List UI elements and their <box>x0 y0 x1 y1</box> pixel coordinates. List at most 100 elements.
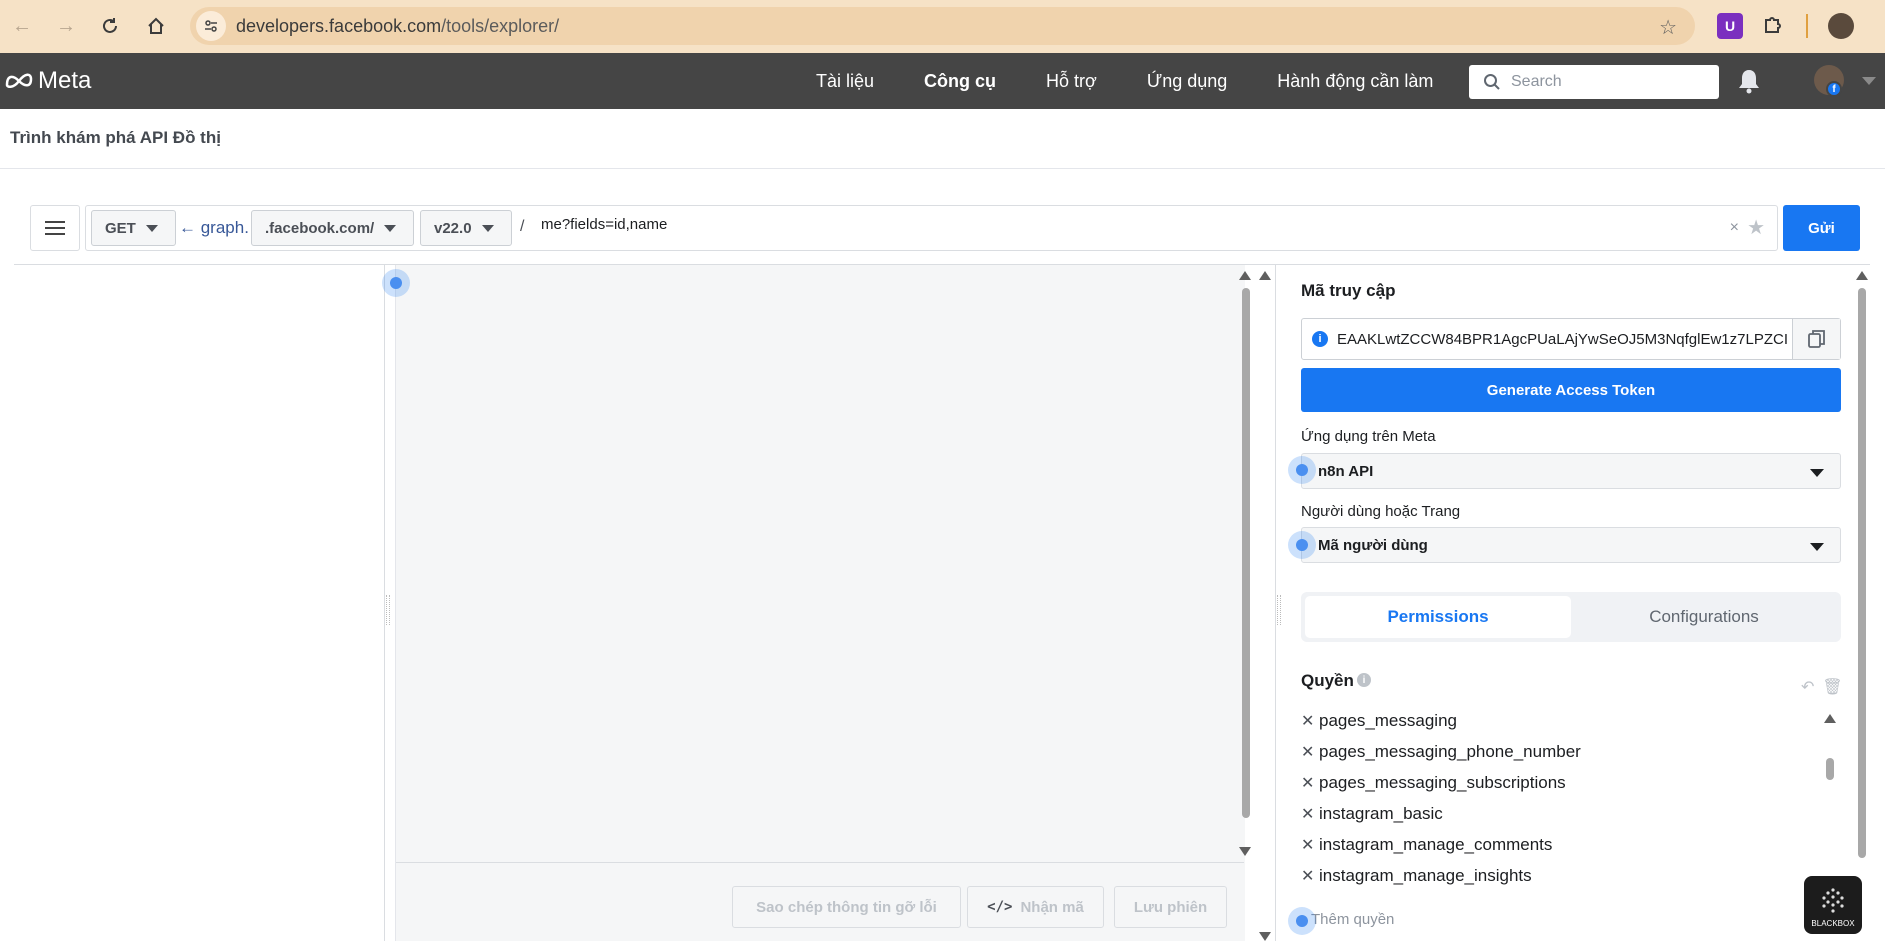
drag-handle[interactable] <box>1288 531 1316 559</box>
access-panel: Mã truy cập i EAAKLwtZCCW84BPR1AgcPUaLAj… <box>1287 265 1862 941</box>
menu-button[interactable] <box>30 205 80 251</box>
reload-icon[interactable] <box>92 8 128 44</box>
splitter[interactable] <box>384 265 385 941</box>
bookmark-star-icon[interactable]: ☆ <box>1659 15 1677 40</box>
profile-avatar[interactable] <box>1828 13 1854 39</box>
tab-configurations[interactable]: Configurations <box>1571 596 1837 638</box>
remove-icon[interactable]: ✕ <box>1301 804 1315 824</box>
domain-select[interactable]: .facebook.com/ <box>251 210 414 246</box>
facebook-badge-icon: f <box>1826 81 1842 97</box>
remove-icon[interactable]: ✕ <box>1301 773 1315 793</box>
drag-handle[interactable] <box>1288 456 1316 484</box>
copy-debug-button[interactable]: Sao chép thông tin gỡ lỗi <box>732 886 961 928</box>
code-icon: </> <box>987 899 1013 915</box>
info-icon[interactable]: i <box>1312 331 1328 347</box>
toolbar-divider <box>1806 14 1808 38</box>
resize-grip[interactable] <box>1277 595 1281 625</box>
blackbox-logo-icon <box>1822 888 1844 913</box>
nav-apps[interactable]: Ứng dụng <box>1147 71 1227 92</box>
permission-item: ✕ pages_messaging_phone_number <box>1301 736 1821 767</box>
resize-grip[interactable] <box>386 595 390 625</box>
permission-item: ✕ instagram_basic <box>1301 798 1821 829</box>
meta-logo-text: Meta <box>38 67 92 94</box>
permission-item: ✕ pages_messaging <box>1301 705 1821 736</box>
domain-value: .facebook.com/ <box>265 219 375 237</box>
version-value: v22.0 <box>434 219 472 237</box>
permission-scrollbar[interactable] <box>1824 758 1836 782</box>
permission-label: instagram_basic <box>1319 803 1443 823</box>
access-token-field[interactable]: i EAAKLwtZCCW84BPR1AgcPUaLAjYwSeOJ5M3Nqf… <box>1301 318 1841 360</box>
scroll-down-icon[interactable] <box>1259 932 1271 941</box>
scroll-up-icon[interactable] <box>1856 271 1868 280</box>
forward-icon[interactable]: → <box>48 8 84 44</box>
app-value: n8n API <box>1318 462 1374 480</box>
scrollbar-thumb[interactable] <box>1826 758 1834 780</box>
permission-label: instagram_manage_insights <box>1319 865 1532 885</box>
account-caret-icon[interactable] <box>1862 77 1876 85</box>
splitter[interactable] <box>1275 265 1276 941</box>
response-scrollbar[interactable] <box>1240 288 1252 818</box>
app-select[interactable]: n8n API <box>1301 453 1841 489</box>
favorite-star-icon[interactable]: ★ <box>1747 215 1765 240</box>
nav-support[interactable]: Hỗ trợ <box>1046 71 1097 92</box>
bell-icon[interactable] <box>1737 68 1761 99</box>
drag-handle[interactable] <box>382 269 410 297</box>
home-icon[interactable] <box>138 8 174 44</box>
hamburger-icon <box>45 221 65 235</box>
remove-icon[interactable]: ✕ <box>1301 742 1315 762</box>
permission-list: ✕ pages_messaging ✕ pages_messaging_phone_… <box>1301 705 1821 891</box>
blackbox-widget[interactable]: BLACKBOX <box>1804 876 1862 934</box>
scroll-down-icon[interactable] <box>1239 847 1251 856</box>
clear-icon[interactable]: × <box>1730 219 1739 237</box>
permission-tools: ↶ 🗑 <box>1793 677 1843 697</box>
extension-u-icon[interactable]: U <box>1717 13 1743 39</box>
scrollbar-thumb[interactable] <box>1242 288 1250 818</box>
settings-tabs: Permissions Configurations <box>1301 592 1841 642</box>
permission-item: ✕ instagram_manage_insights <box>1301 860 1821 891</box>
copy-icon <box>1807 330 1825 348</box>
url-text: developers.facebook.com/tools/explorer/ <box>236 15 560 36</box>
extensions-puzzle-icon[interactable] <box>1762 13 1788 39</box>
generate-token-button[interactable]: Generate Access Token <box>1301 368 1841 412</box>
blackbox-label: BLACKBOX <box>1811 919 1855 928</box>
search-box[interactable] <box>1469 65 1719 99</box>
nav-actions[interactable]: Hành động cần làm <box>1277 71 1433 92</box>
undo-icon[interactable]: ↶ <box>1801 677 1814 697</box>
info-icon[interactable]: i <box>1357 673 1371 687</box>
address-bar[interactable]: developers.facebook.com/tools/explorer/ … <box>190 7 1695 45</box>
permission-label: pages_messaging_subscriptions <box>1319 772 1566 792</box>
drag-handle[interactable] <box>1288 907 1316 935</box>
request-url-input: GET ← graph. .facebook.com/ v22.0 / me?f… <box>85 205 1778 251</box>
access-token-value[interactable]: EAAKLwtZCCW84BPR1AgcPUaLAjYwSeOJ5M3Nqfgl… <box>1337 331 1792 348</box>
user-label: Người dùng hoặc Trang <box>1301 503 1461 520</box>
trash-icon[interactable]: 🗑 <box>1822 677 1842 697</box>
get-code-button[interactable]: </> Nhận mã <box>967 886 1104 928</box>
copy-token-button[interactable] <box>1792 319 1840 359</box>
back-icon[interactable]: ← <box>4 8 40 44</box>
site-info-icon[interactable] <box>196 11 226 41</box>
scroll-up-icon[interactable] <box>1824 714 1836 723</box>
scrollbar-thumb[interactable] <box>1858 288 1866 858</box>
remove-icon[interactable]: ✕ <box>1301 866 1315 886</box>
chevron-down-icon <box>145 224 158 232</box>
chevron-down-icon <box>1810 543 1824 551</box>
user-select[interactable]: Mã người dùng <box>1301 527 1841 563</box>
add-permission-input[interactable]: Thêm quyền <box>1311 911 1394 928</box>
version-select[interactable]: v22.0 <box>420 210 512 246</box>
permission-item: ✕ pages_messaging_subscriptions <box>1301 767 1821 798</box>
remove-icon[interactable]: ✕ <box>1301 835 1315 855</box>
nav-tools[interactable]: Công cụ <box>924 71 996 92</box>
submit-button[interactable]: Gửi <box>1783 205 1860 251</box>
path-input[interactable]: me?fields=id,name <box>541 216 667 233</box>
search-input[interactable] <box>1511 73 1711 91</box>
scroll-up-icon[interactable] <box>1259 271 1271 280</box>
panel-scrollbar[interactable] <box>1856 288 1868 858</box>
method-value: GET <box>105 219 136 237</box>
save-session-button[interactable]: Lưu phiên <box>1114 886 1227 928</box>
remove-icon[interactable]: ✕ <box>1301 711 1315 731</box>
tab-permissions[interactable]: Permissions <box>1305 596 1571 638</box>
method-select[interactable]: GET <box>91 210 176 246</box>
nav-docs[interactable]: Tài liệu <box>816 71 874 92</box>
meta-logo[interactable]: Meta <box>4 67 91 95</box>
scroll-up-icon[interactable] <box>1239 271 1251 280</box>
